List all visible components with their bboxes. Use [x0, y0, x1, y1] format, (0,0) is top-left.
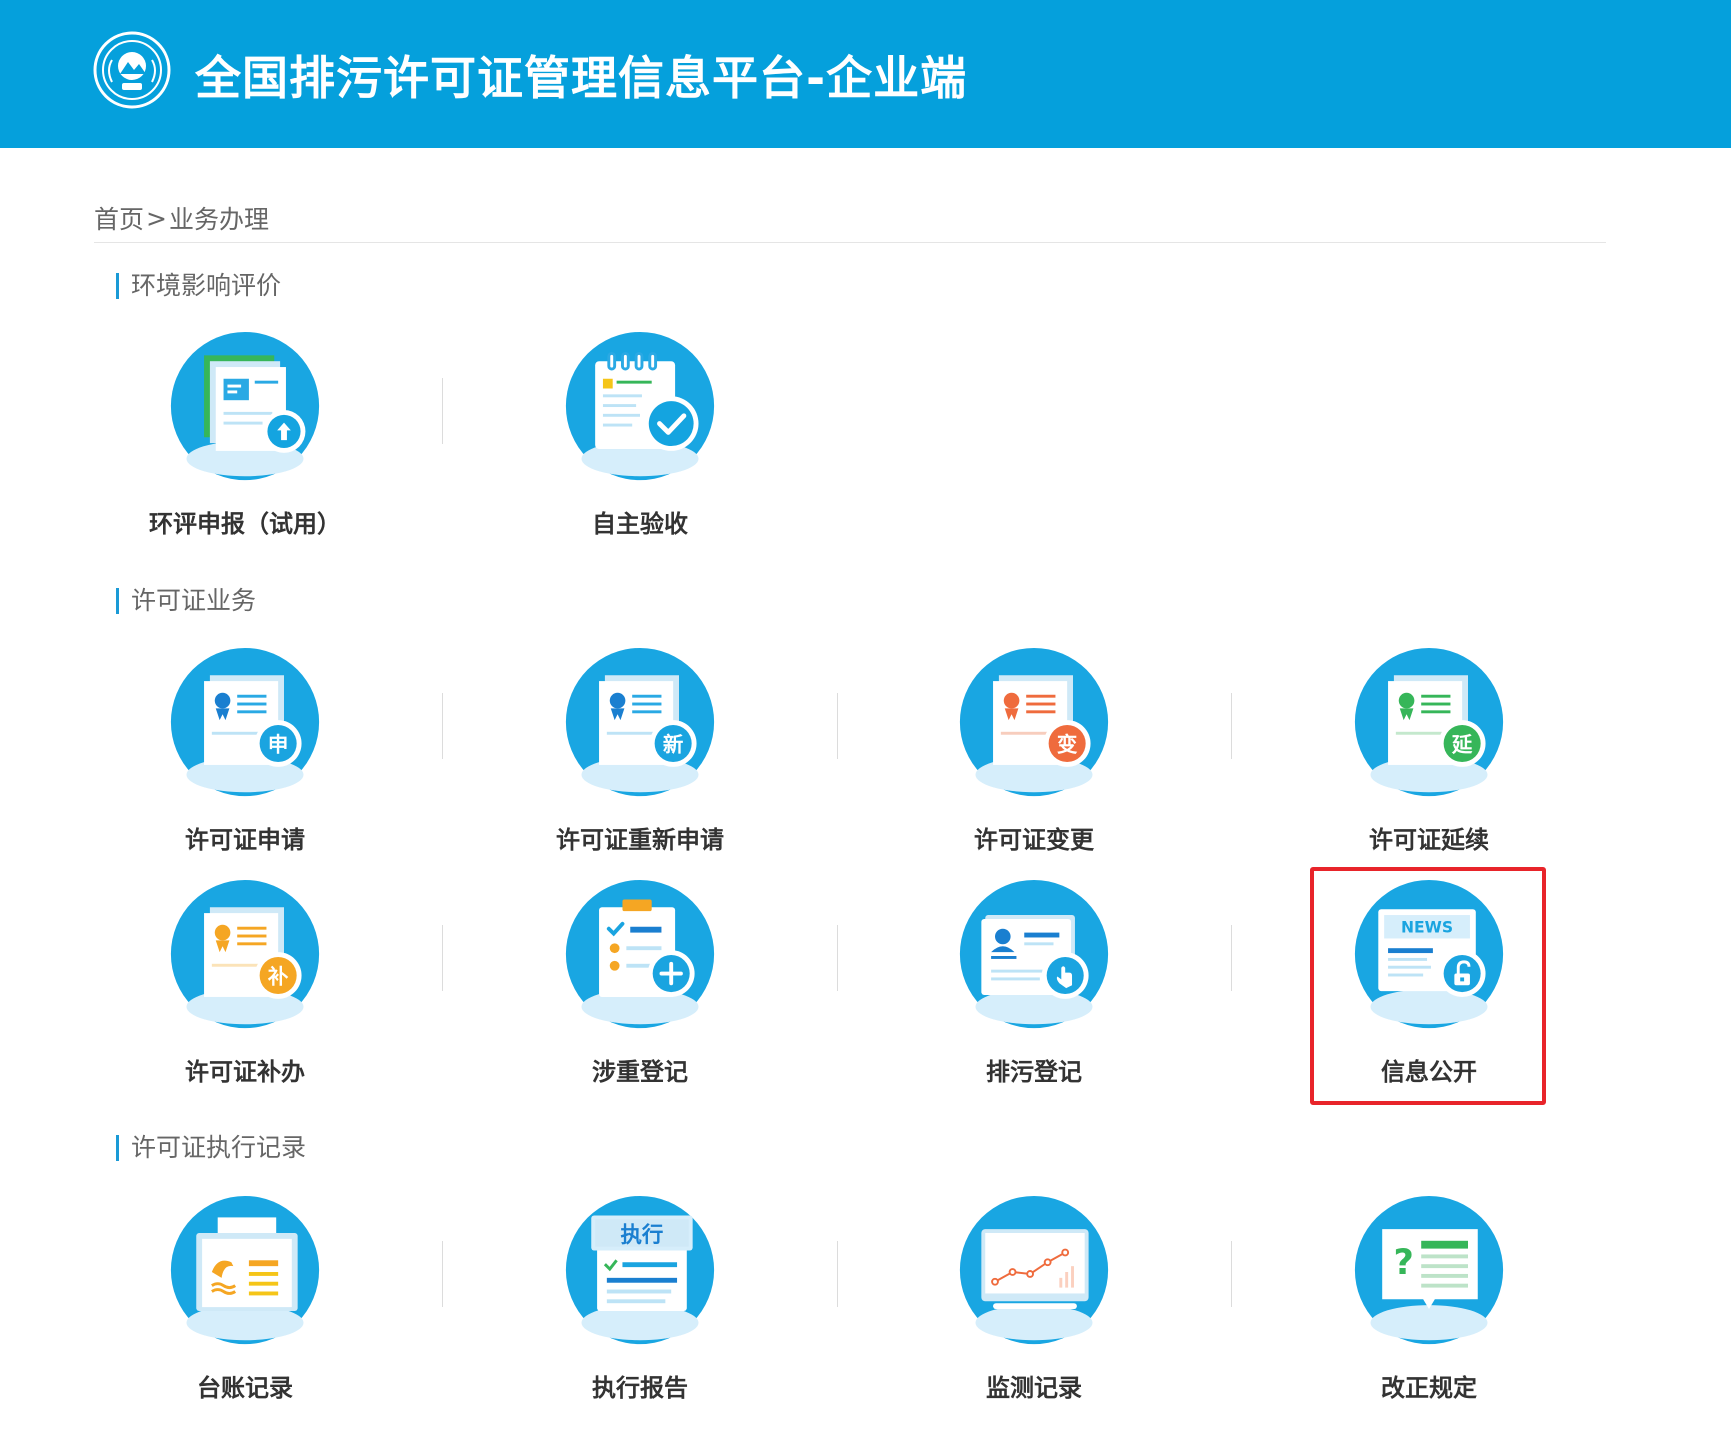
tile-separator [442, 693, 443, 759]
tile-permit-change[interactable]: 变 许可证变更 [884, 646, 1184, 866]
section-title-eia: 环境影响评价 [116, 273, 281, 299]
permit-apply-icon: 申 [170, 647, 320, 797]
monitoring-chart-icon [959, 1195, 1109, 1345]
tile-permit-reapply[interactable]: 新 许可证重新申请 [490, 646, 790, 866]
tile-eia-declaration[interactable]: 环评申报（试用） [95, 330, 395, 550]
tile-separator [1231, 925, 1232, 991]
tile-label: 监测记录 [986, 1374, 1082, 1402]
breadcrumb: 首页 > 业务办理 [94, 200, 269, 236]
tile-monitoring-record[interactable]: 监测记录 [884, 1194, 1184, 1414]
badge-text: 申 [268, 732, 288, 756]
discharge-register-icon [959, 879, 1109, 1029]
top-header: 全国排污许可证管理信息平台-企业端 [0, 0, 1731, 148]
correction-rule-icon: ? [1354, 1195, 1504, 1345]
badge-text: 新 [663, 732, 683, 756]
breadcrumb-current: 业务办理 [168, 205, 269, 234]
ledger-record-icon [170, 1195, 320, 1345]
permit-reapply-icon: 新 [565, 647, 715, 797]
heavy-metal-register-icon [565, 879, 715, 1029]
breadcrumb-separator: > [146, 203, 167, 233]
permit-change-icon: 变 [959, 647, 1109, 797]
platform-title: 全国排污许可证管理信息平台-企业端 [195, 51, 968, 105]
badge-text: 延 [1451, 732, 1473, 756]
tile-label: 执行报告 [592, 1374, 688, 1402]
tile-label: 许可证变更 [974, 826, 1094, 854]
tile-label: 环评申报（试用） [149, 510, 341, 538]
highlight-box [1310, 867, 1546, 1105]
tile-label: 许可证申请 [185, 826, 305, 854]
tile-label: 台账记录 [197, 1374, 293, 1402]
tile-label: 涉重登记 [592, 1058, 688, 1086]
tile-heavy-metal-register[interactable]: 涉重登记 [490, 878, 790, 1098]
tile-permit-extend[interactable]: 延 许可证延续 [1279, 646, 1579, 866]
tile-self-acceptance[interactable]: 自主验收 [490, 330, 790, 550]
tile-discharge-register[interactable]: 排污登记 [884, 878, 1184, 1098]
tile-label: 许可证重新申请 [556, 826, 724, 854]
execution-report-icon: 执行 [565, 1195, 715, 1345]
tile-label: 改正规定 [1381, 1374, 1477, 1402]
permit-reissue-icon: 补 [170, 879, 320, 1029]
document-upload-icon [170, 331, 320, 481]
tile-separator [442, 378, 443, 444]
tile-separator [837, 925, 838, 991]
tile-separator [442, 925, 443, 991]
question-mark-text: ? [1393, 1242, 1413, 1283]
tile-label: 排污登记 [986, 1058, 1082, 1086]
tile-permit-reissue[interactable]: 补 许可证补办 [95, 878, 395, 1098]
badge-text: 变 [1057, 732, 1078, 756]
tile-label: 许可证延续 [1369, 826, 1489, 854]
section-title-records: 许可证执行记录 [116, 1135, 306, 1161]
banner-text: 执行 [621, 1222, 664, 1248]
tile-correction-rule[interactable]: ? 改正规定 [1279, 1194, 1579, 1414]
tile-separator [1231, 1241, 1232, 1307]
tile-ledger-record[interactable]: 台账记录 [95, 1194, 395, 1414]
breadcrumb-home-link[interactable]: 首页 [94, 200, 144, 236]
breadcrumb-divider [94, 242, 1606, 243]
tile-separator [1231, 693, 1232, 759]
section-title-permit: 许可证业务 [116, 588, 256, 614]
tile-label: 许可证补办 [185, 1058, 305, 1086]
permit-extend-icon: 延 [1354, 647, 1504, 797]
tile-execution-report[interactable]: 执行 执行报告 [490, 1194, 790, 1414]
checklist-check-icon [565, 331, 715, 481]
tile-separator [837, 693, 838, 759]
badge-text: 补 [267, 964, 289, 988]
mee-emblem-icon [93, 31, 171, 109]
tile-label: 自主验收 [592, 510, 688, 538]
tile-separator [837, 1241, 838, 1307]
tile-permit-apply[interactable]: 申 许可证申请 [95, 646, 395, 866]
tile-separator [442, 1241, 443, 1307]
